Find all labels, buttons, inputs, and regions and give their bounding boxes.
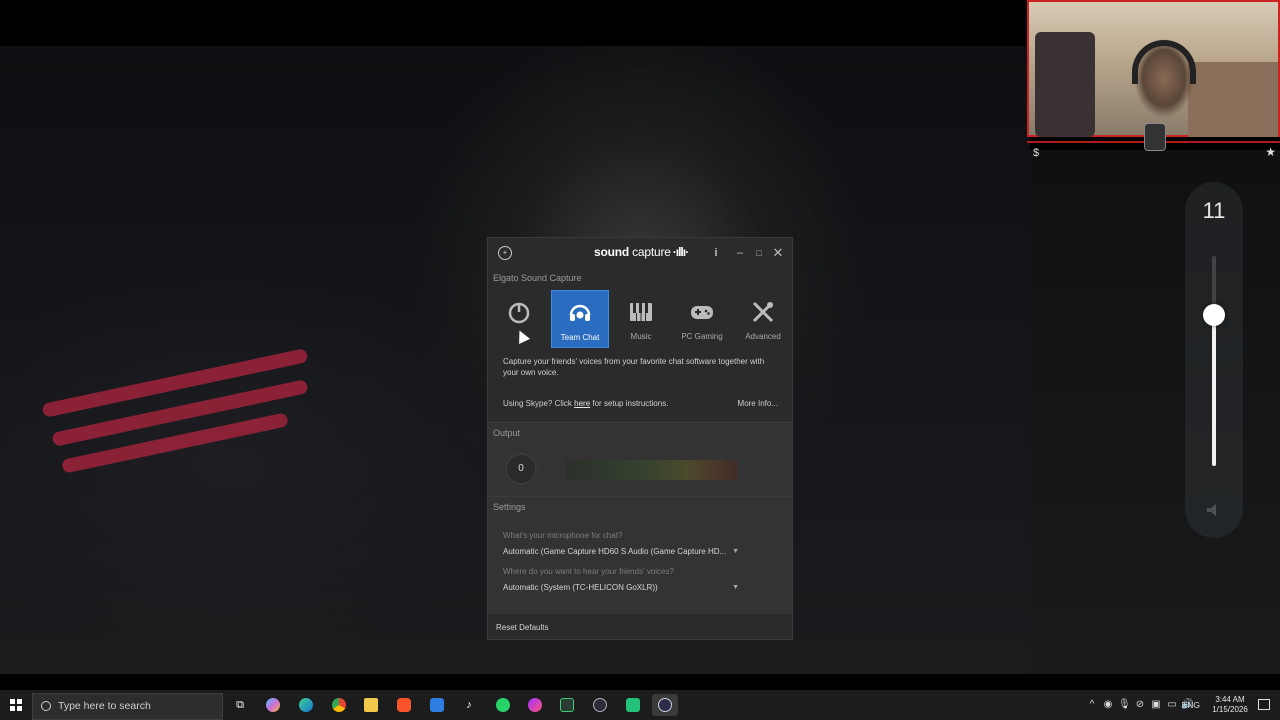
sound-capture-window: + sound capture ·ıllı· i – □ ✕ Elgato Sou… [487,237,793,640]
system-tray: ^ ◉ 🎙 ⊘ ▣ ▭ 🔊 ENG 3:44 AM 1/15/2026 [1080,690,1280,720]
skype-setup-link[interactable]: here [574,399,590,408]
tiktok-icon[interactable]: ♪ [456,694,482,716]
hear-question: Where do you want to hear your friends' … [503,567,674,576]
close-button[interactable]: ✕ [770,244,786,262]
output-level-meter [566,460,738,480]
edge-icon[interactable] [293,694,319,716]
app-brand: sound capture ·ıllı· [594,245,689,259]
title-bar[interactable]: + sound capture ·ıllı· i – □ ✕ [488,238,792,268]
mode-label: Team Chat [560,333,600,342]
app-logo-icon: + [498,246,512,260]
minimize-button[interactable]: – [732,244,748,262]
start-button[interactable] [0,690,32,720]
chrome-icon[interactable] [326,694,352,716]
record-icon[interactable]: ◉ [1102,699,1114,711]
section-title: Elgato Sound Capture [493,273,582,283]
volume-slider[interactable] [1203,256,1225,466]
mode-label: Music [630,332,652,341]
task-view-icon[interactable]: ⧉ [227,694,253,716]
power-icon [508,302,530,324]
dollar-icon: $ [1033,147,1040,159]
microphone-icon[interactable]: 🎙 [1118,699,1131,711]
clock-time: 3:44 AM [1215,695,1245,704]
clock-date: 1/15/2026 [1212,705,1248,714]
search-icon [41,701,51,711]
volume-value: 11 [1202,198,1226,223]
clock[interactable]: 3:44 AM 1/15/2026 [1208,695,1252,715]
tools-icon [752,301,774,323]
language-indicator[interactable]: ENG [1182,700,1200,710]
video-detail [61,412,289,474]
whatsapp-icon[interactable] [490,694,516,716]
messenger-icon[interactable] [522,694,548,716]
hear-select-value: Automatic (System (TC-HELICON GoXLR)) [503,583,658,592]
mode-pc-gaming[interactable]: PC Gaming [673,290,731,348]
speaker-icon[interactable] [1204,500,1224,520]
volume-fill [1212,314,1216,466]
star-icon: ★ [1265,145,1276,159]
mask-badge-icon [1144,123,1166,151]
settings-title: Settings [493,502,526,512]
display-icon[interactable]: ▣ [1150,699,1162,711]
brand-sub: capture [629,245,671,259]
mode-music[interactable]: Music [612,290,670,348]
mic-question: What's your microphone for chat? [503,531,623,540]
media-player-icon[interactable] [587,694,613,716]
piano-icon [630,303,652,321]
mode-label: PC Gaming [681,332,723,341]
output-title: Output [493,428,521,438]
xbox-icon[interactable] [554,694,580,716]
headset-icon [569,304,591,321]
settings-section: Settings What's your microphone for chat… [488,496,792,614]
mode-label: Advanced [745,332,781,341]
brave-icon[interactable] [391,694,417,716]
skype-prefix: Using Skype? Click [503,399,575,408]
mic-select-value: Automatic (Game Capture HD60 S Audio (Ga… [503,547,727,556]
mode-advanced[interactable]: Advanced [734,290,792,348]
wave-icon: ·ıllı· [672,245,689,259]
mode-team-chat[interactable]: Team Chat [551,290,609,348]
volume-overlay: 11 [1185,182,1243,538]
sound-capture-taskbar-icon[interactable] [652,694,678,716]
mute-icon[interactable]: ⊘ [1134,699,1146,711]
skype-suffix: for setup instructions. [590,399,669,408]
chevron-up-icon[interactable]: ^ [1086,699,1098,711]
webcam-chair [1035,32,1095,137]
search-placeholder: Type here to search [58,700,151,712]
taskbar: Type here to search ⧉ ♪ ^ ◉ 🎙 ⊘ ▣ ▭ 🔊 EN… [0,690,1280,720]
mode-selector: Team Chat Music PC Gaming Advanced [488,290,794,348]
taskbar-search[interactable]: Type here to search [32,693,223,720]
copilot-icon[interactable] [260,694,286,716]
discord-icon[interactable] [620,694,646,716]
mic-select[interactable]: Automatic (Game Capture HD60 S Audio (Ga… [503,544,743,560]
dropdown-arrow-icon: ▼ [732,584,739,591]
notification-icon[interactable] [1258,699,1270,710]
skype-hint: Using Skype? Click here for setup instru… [503,399,668,408]
webcam-overlay [1027,0,1280,138]
mail-icon[interactable] [424,694,450,716]
more-info-link[interactable]: More Info... [738,399,778,408]
desktop: $ ★ 11 + sound capture ·ıllı· i – □ ✕ Elg… [0,0,1280,690]
volume-thumb[interactable] [1203,303,1225,326]
hear-select[interactable]: Automatic (System (TC-HELICON GoXLR)) ▼ [503,580,743,596]
maximize-button[interactable]: □ [751,244,767,262]
network-icon[interactable]: ▭ [1166,699,1178,711]
mode-description: Capture your friends' voices from your f… [503,357,765,377]
dropdown-arrow-icon: ▼ [732,548,739,555]
brand-main: sound [594,245,629,259]
windows-icon [10,699,22,711]
webcam-bar: $ ★ [1027,123,1280,159]
file-explorer-icon[interactable] [358,694,384,716]
reset-defaults-button[interactable]: Reset Defaults [496,623,548,632]
webcam-couch [1188,62,1278,137]
output-knob[interactable]: 0 [505,453,537,485]
info-icon[interactable]: i [708,244,724,262]
gamepad-icon [691,306,713,319]
output-section: Output 0 [488,422,792,496]
